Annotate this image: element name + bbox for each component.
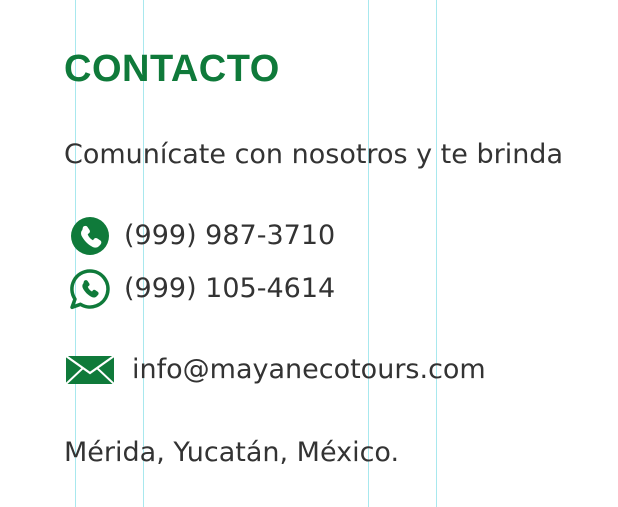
whatsapp-contact[interactable]: (999) 105-4614 [64, 269, 336, 310]
whatsapp-icon [64, 269, 116, 310]
phone-number: (999) 987-3710 [124, 220, 336, 251]
phone-icon [64, 217, 116, 255]
location-text: Mérida, Yucatán, México. [64, 437, 400, 468]
contact-title: CONTACTO [64, 48, 280, 90]
layout-guide-line [436, 0, 437, 507]
layout-guide-line [368, 0, 369, 507]
email-contact[interactable]: info@mayanecotours.com [64, 352, 486, 388]
envelope-icon [64, 352, 116, 388]
contact-intro-text: Comunícate con nosotros y te brinda [64, 139, 563, 170]
phone-contact[interactable]: (999) 987-3710 [64, 217, 336, 255]
email-address: info@mayanecotours.com [132, 354, 486, 385]
whatsapp-number: (999) 105-4614 [124, 273, 336, 304]
